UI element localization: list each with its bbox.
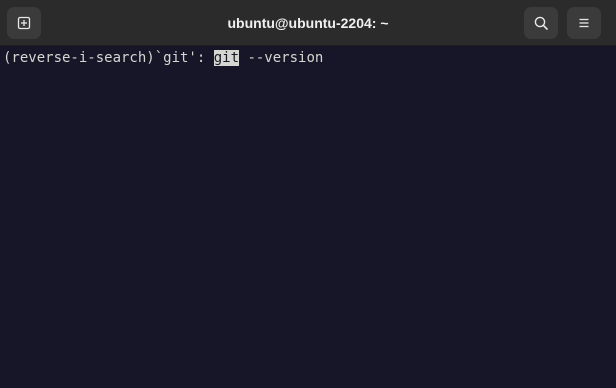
terminal-output[interactable]: (reverse-i-search)`git': git --version <box>0 46 616 388</box>
search-match-highlight: git <box>213 50 240 66</box>
hamburger-menu-icon <box>576 15 592 31</box>
menu-button[interactable] <box>567 7 601 39</box>
window-title: ubuntu@ubuntu-2204: ~ <box>227 15 389 31</box>
terminal-window: ubuntu@ubuntu-2204: ~ (reverse-i-search)… <box>0 0 616 388</box>
new-tab-button[interactable] <box>7 7 41 39</box>
command-remainder: --version <box>239 50 324 66</box>
terminal-line: (reverse-i-search)`git': git --version <box>3 50 616 67</box>
titlebar[interactable]: ubuntu@ubuntu-2204: ~ <box>0 0 616 46</box>
search-prompt: (reverse-i-search)`git': <box>3 50 214 66</box>
new-tab-icon <box>16 15 32 31</box>
search-icon <box>533 15 549 31</box>
search-button[interactable] <box>524 7 558 39</box>
